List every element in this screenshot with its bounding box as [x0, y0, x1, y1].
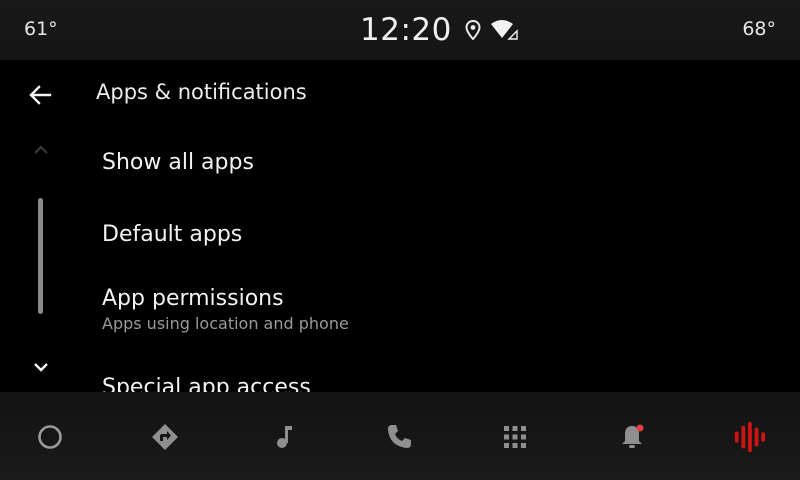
- location-pin-icon: [465, 20, 481, 40]
- bottom-nav-bar: [0, 392, 800, 480]
- app-bar: Apps & notifications: [0, 60, 800, 128]
- arrow-back-icon: [29, 85, 52, 105]
- app-grid-icon: [504, 426, 526, 448]
- app-launcher-button[interactable]: [498, 420, 532, 454]
- list-item-label: Show all apps: [102, 150, 254, 175]
- wifi-signal-icon: [490, 19, 520, 41]
- media-button[interactable]: [266, 420, 300, 454]
- notification-bell-icon: [622, 424, 644, 448]
- settings-list: Show all apps Default apps App permissio…: [0, 128, 800, 392]
- clock-group: 12:20: [360, 10, 520, 50]
- music-note-icon: [277, 426, 292, 448]
- outside-temperature[interactable]: 61°: [24, 18, 58, 40]
- home-circle-icon: [38, 425, 62, 449]
- list-item-special-app-access[interactable]: Special app access: [102, 375, 311, 392]
- status-bar: 61° 12:20 68°: [0, 0, 800, 60]
- phone-icon: [388, 425, 411, 448]
- home-button[interactable]: [33, 420, 67, 454]
- list-item-show-all-apps[interactable]: Show all apps: [102, 150, 254, 175]
- phone-button[interactable]: [382, 420, 416, 454]
- page-title: Apps & notifications: [96, 80, 307, 104]
- list-item-label: App permissions: [102, 286, 284, 311]
- status-clock: 12:20: [360, 12, 452, 48]
- list-item-label: Special app access: [102, 375, 311, 392]
- list-item-label: Default apps: [102, 222, 243, 247]
- back-button[interactable]: [26, 80, 56, 110]
- navigation-button[interactable]: [148, 420, 182, 454]
- navigation-icon: [152, 424, 178, 450]
- voice-assistant-button[interactable]: [732, 420, 766, 454]
- voice-assistant-icon: [734, 421, 766, 453]
- notifications-button[interactable]: [615, 420, 649, 454]
- list-item-sublabel: Apps using location and phone: [102, 314, 349, 333]
- notification-dot: [636, 424, 644, 432]
- list-item-app-permissions[interactable]: App permissions Apps using location and …: [102, 286, 349, 333]
- inside-temperature[interactable]: 68°: [742, 18, 776, 40]
- list-item-default-apps[interactable]: Default apps: [102, 222, 242, 247]
